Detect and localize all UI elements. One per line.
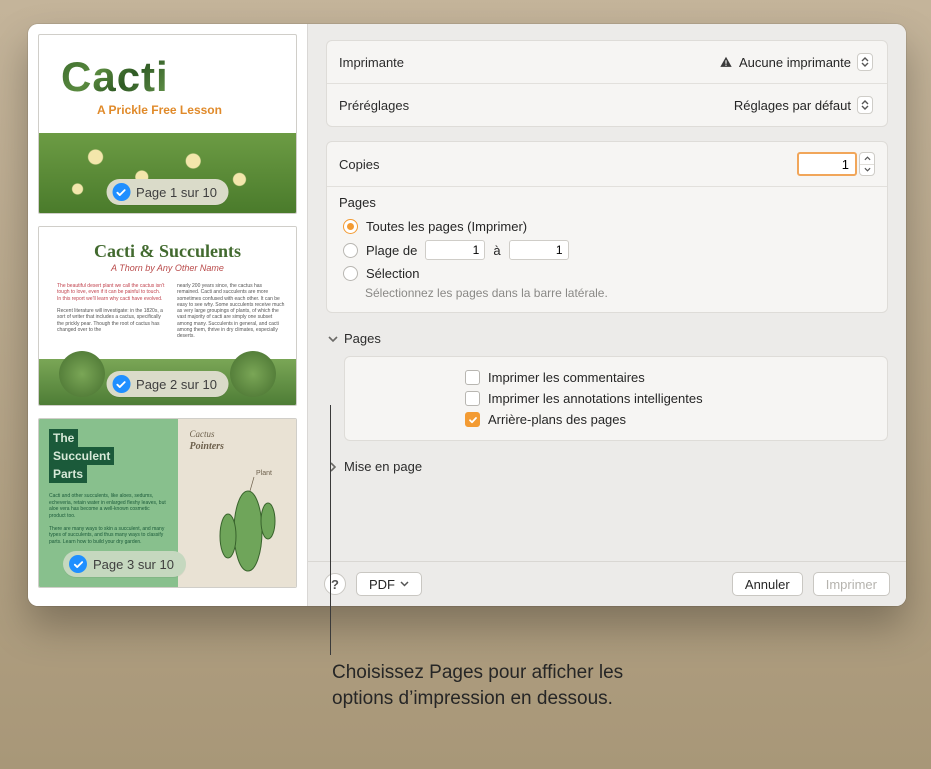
callout-text: Choisissez Pages pour afficher les optio… [332,660,652,711]
thumb2-col-right: nearly 200 years since, the cactus has r… [177,283,285,339]
thumb2-subtitle: A Thorn by Any Other Name [39,263,296,273]
pdf-button-label: PDF [369,577,395,592]
printer-presets-group: Imprimante Aucune imprimante [326,40,888,127]
print-dialog: Cacti A Prickle Free Lesson Page 1 sur 1… [28,24,906,606]
radio-selection-label: Sélection [366,266,419,281]
stepper-up-icon[interactable] [860,153,874,164]
thumb3-title-2: Succulent [49,447,114,465]
range-from-input[interactable] [425,240,485,260]
cancel-button-label: Annuler [745,577,790,592]
chevron-down-icon [400,581,409,587]
radio-all-pages-label: Toutes les pages (Imprimer) [366,219,527,234]
thumb1-subtitle: A Prickle Free Lesson [97,103,222,117]
radio-icon [343,266,358,281]
presets-value: Réglages par défaut [734,98,851,113]
radio-range-label: Plage de [366,243,417,258]
check-icon [69,555,87,573]
radio-all-pages[interactable]: Toutes les pages (Imprimer) [339,216,875,237]
checkbox-print-comments[interactable]: Imprimer les commentaires [465,367,875,388]
radio-icon [343,243,358,258]
page-badge-3: Page 3 sur 10 [63,551,186,577]
disclosure-layout-label: Mise en page [344,459,422,474]
pages-options-card: Imprimer les commentaires Imprimer les a… [344,356,888,441]
page-badge-1: Page 1 sur 10 [106,179,229,205]
pages-heading: Pages [339,195,875,210]
presets-label: Préréglages [339,98,409,113]
cactus-illustration: Plant [206,461,286,581]
page-backgrounds-label: Arrière-plans des pages [488,412,626,427]
thumb3-title-1: The [49,429,78,447]
cancel-button[interactable]: Annuler [732,572,803,596]
dialog-footer: ? PDF Annuler Imprimer [308,561,906,606]
stepper-down-icon[interactable] [860,164,874,176]
printer-select[interactable]: Aucune imprimante [713,51,875,73]
thumb3-right-hdr2: Pointers [190,441,224,452]
printer-value: Aucune imprimante [739,55,851,70]
page-badge-1-label: Page 1 sur 10 [136,185,217,200]
page-badge-2: Page 2 sur 10 [106,371,229,397]
chevron-down-icon [328,334,338,344]
thumb3-right-hdr1: Cactus [190,429,215,439]
disclosure-pages[interactable]: Pages [326,327,888,352]
check-icon [112,375,130,393]
warning-icon [719,55,733,69]
checkbox-print-smart-annotations[interactable]: Imprimer les annotations intelligentes [465,388,875,409]
checkbox-icon [465,370,480,385]
page-badge-2-label: Page 2 sur 10 [136,377,217,392]
checkbox-icon [465,391,480,406]
print-smart-annotations-label: Imprimer les annotations intelligentes [488,391,703,406]
svg-text:Plant: Plant [256,470,272,477]
print-button-label: Imprimer [826,577,877,592]
range-to-input[interactable] [509,240,569,260]
updown-chevron-icon [857,53,873,71]
range-to-label: à [493,243,500,258]
copies-stepper[interactable] [859,152,875,176]
page-badge-3-label: Page 3 sur 10 [93,557,174,572]
copies-pages-group: Copies Pages Toutes les pages (Imprimer) [326,141,888,313]
pdf-menu-button[interactable]: PDF [356,572,422,596]
page-thumbnail-3[interactable]: The Succulent Parts Cacti and other succ… [38,418,297,588]
presets-select[interactable]: Réglages par défaut [728,94,875,116]
updown-chevron-icon [857,96,873,114]
disclosure-layout[interactable]: Mise en page [326,455,888,475]
thumbnail-sidebar: Cacti A Prickle Free Lesson Page 1 sur 1… [28,24,308,606]
radio-icon [343,219,358,234]
copies-input[interactable] [797,152,857,176]
help-button[interactable]: ? [324,573,346,595]
radio-range[interactable]: Plage de à [339,237,875,263]
thumb3-body: Cacti and other succulents, like aloes, … [49,493,168,545]
thumb2-col-left: The beautiful desert plant we call the c… [57,283,165,333]
page-thumbnail-2[interactable]: Cacti & Succulents A Thorn by Any Other … [38,226,297,406]
check-icon [112,183,130,201]
print-comments-label: Imprimer les commentaires [488,370,645,385]
help-icon: ? [331,577,339,592]
radio-selection[interactable]: Sélection [339,263,875,284]
page-thumbnail-1[interactable]: Cacti A Prickle Free Lesson Page 1 sur 1… [38,34,297,214]
thumb2-title: Cacti & Succulents [39,241,296,262]
callout-leader-line [330,405,331,655]
copies-label: Copies [339,157,379,172]
checkbox-page-backgrounds[interactable]: Arrière-plans des pages [465,409,875,430]
selection-helper: Sélectionnez les pages dans la barre lat… [339,286,875,300]
printer-label: Imprimante [339,55,404,70]
thumb3-title-3: Parts [49,465,87,483]
disclosure-pages-label: Pages [344,331,381,346]
print-options-panel: Imprimante Aucune imprimante [308,24,906,606]
checkbox-icon [465,412,480,427]
thumb1-title: Cacti [61,53,169,101]
print-button[interactable]: Imprimer [813,572,890,596]
